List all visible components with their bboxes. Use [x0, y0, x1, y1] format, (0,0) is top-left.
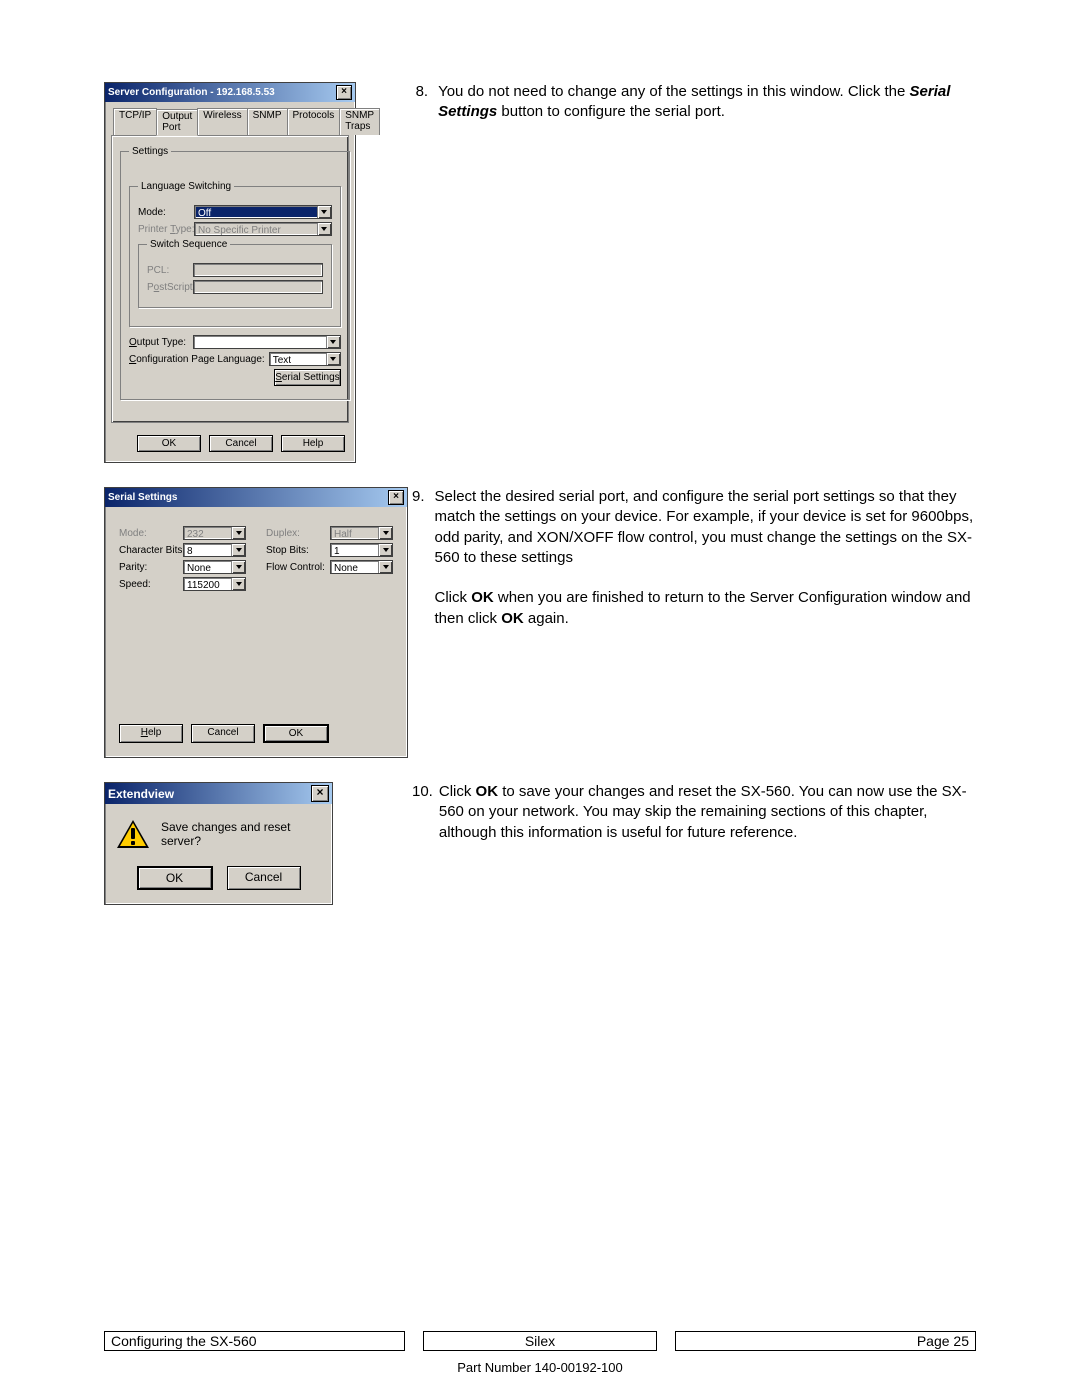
tab-snmp[interactable]: SNMP [247, 108, 288, 135]
chevron-down-icon[interactable] [326, 336, 340, 348]
charbits-label: Character Bits: [119, 545, 183, 556]
parity-combo[interactable]: None [183, 560, 246, 574]
serial-settings-button[interactable]: Serial Settings [274, 369, 340, 386]
chevron-down-icon [231, 527, 245, 539]
ok-button[interactable]: OK [263, 724, 329, 743]
tab-strip: TCP/IP Output Port Wireless SNMP Protoco… [113, 108, 349, 135]
chevron-down-icon[interactable] [378, 544, 392, 556]
footer-center: Silex [423, 1331, 658, 1351]
tab-protocols[interactable]: Protocols [287, 108, 341, 135]
footer-left: Configuring the SX-560 [104, 1331, 405, 1351]
window-title: Server Configuration - 192.168.5.53 [108, 87, 275, 98]
close-icon[interactable]: × [336, 85, 352, 100]
tab-output-port[interactable]: Output Port [156, 109, 198, 136]
lang-legend: Language Switching [138, 181, 234, 192]
output-type-label: Output Type: [129, 337, 189, 348]
config-page-lang-combo[interactable]: Text [269, 352, 341, 366]
chevron-down-icon[interactable] [231, 578, 245, 590]
dialog-message: Save changes and reset server? [161, 820, 320, 848]
serial-settings-window: Serial Settings × Mode:232 Character Bit… [104, 487, 408, 758]
mode-combo: 232 [183, 526, 246, 540]
chevron-down-icon[interactable] [326, 353, 340, 365]
flow-label: Flow Control: [266, 562, 330, 573]
tab-panel: Settings Language Switching Mode: Off [111, 135, 349, 423]
window-title: Extendview [108, 787, 174, 801]
speed-combo[interactable]: 115200 [183, 577, 246, 591]
mode-label: Mode: [119, 528, 183, 539]
cancel-button[interactable]: Cancel [227, 866, 301, 890]
warning-icon [117, 820, 149, 848]
close-icon[interactable]: × [388, 490, 404, 505]
mode-combo[interactable]: Off [194, 205, 332, 219]
pcl-input [193, 263, 323, 277]
ok-button[interactable]: OK [137, 435, 201, 452]
stopbits-combo[interactable]: 1 [330, 543, 393, 557]
duplex-label: Duplex: [266, 528, 330, 539]
cancel-button[interactable]: Cancel [209, 435, 273, 452]
close-icon[interactable]: × [311, 785, 329, 802]
titlebar: Extendview × [105, 783, 332, 804]
chevron-down-icon[interactable] [317, 206, 331, 218]
help-button[interactable]: Help [281, 435, 345, 452]
settings-group: Settings Language Switching Mode: Off [120, 146, 350, 400]
chevron-down-icon[interactable] [378, 561, 392, 573]
parity-label: Parity: [119, 562, 183, 573]
language-switching-group: Language Switching Mode: Off Printer Typ… [129, 181, 341, 327]
step-9-text: 9. Select the desired serial port, and c… [412, 487, 976, 758]
pcl-label: PCL: [147, 265, 189, 276]
window-title: Serial Settings [108, 492, 177, 503]
chevron-down-icon[interactable] [231, 544, 245, 556]
chevron-down-icon[interactable] [231, 561, 245, 573]
part-number: Part Number 140-00192-100 [0, 1360, 1080, 1375]
output-type-combo[interactable] [193, 335, 341, 349]
postscript-label: PostScript: [147, 282, 189, 293]
flow-combo[interactable]: None [330, 560, 393, 574]
step-10-text: 10. Click OK to save your changes and re… [412, 782, 976, 905]
page-footer: Configuring the SX-560 Silex Page 25 [104, 1331, 976, 1351]
switch-sequence-group: Switch Sequence PCL: PostScript: [138, 239, 332, 308]
titlebar: Server Configuration - 192.168.5.53 × [105, 83, 355, 102]
speed-label: Speed: [119, 579, 183, 590]
chevron-down-icon [317, 223, 331, 235]
server-config-window: Server Configuration - 192.168.5.53 × TC… [104, 82, 356, 463]
charbits-combo[interactable]: 8 [183, 543, 246, 557]
help-button[interactable]: Help [119, 724, 183, 743]
printer-type-combo: No Specific Printer [194, 222, 332, 236]
tab-wireless[interactable]: Wireless [197, 108, 247, 135]
extendview-dialog: Extendview × Save changes and reset serv… [104, 782, 333, 905]
config-page-lang-label: Configuration Page Language: [129, 354, 265, 365]
stopbits-label: Stop Bits: [266, 545, 330, 556]
footer-right: Page 25 [675, 1331, 976, 1351]
step-8-text: 8. You do not need to change any of the … [412, 82, 976, 463]
postscript-input [193, 280, 323, 294]
tab-snmp-traps[interactable]: SNMP Traps [339, 108, 380, 135]
tab-tcpip[interactable]: TCP/IP [113, 108, 157, 135]
ok-button[interactable]: OK [137, 866, 213, 890]
titlebar: Serial Settings × [105, 488, 407, 507]
chevron-down-icon [378, 527, 392, 539]
mode-label: Mode: [138, 207, 190, 218]
duplex-combo: Half [330, 526, 393, 540]
cancel-button[interactable]: Cancel [191, 724, 255, 743]
settings-legend: Settings [129, 146, 171, 157]
printer-type-label: Printer Type: [138, 224, 190, 235]
switch-legend: Switch Sequence [147, 239, 230, 250]
